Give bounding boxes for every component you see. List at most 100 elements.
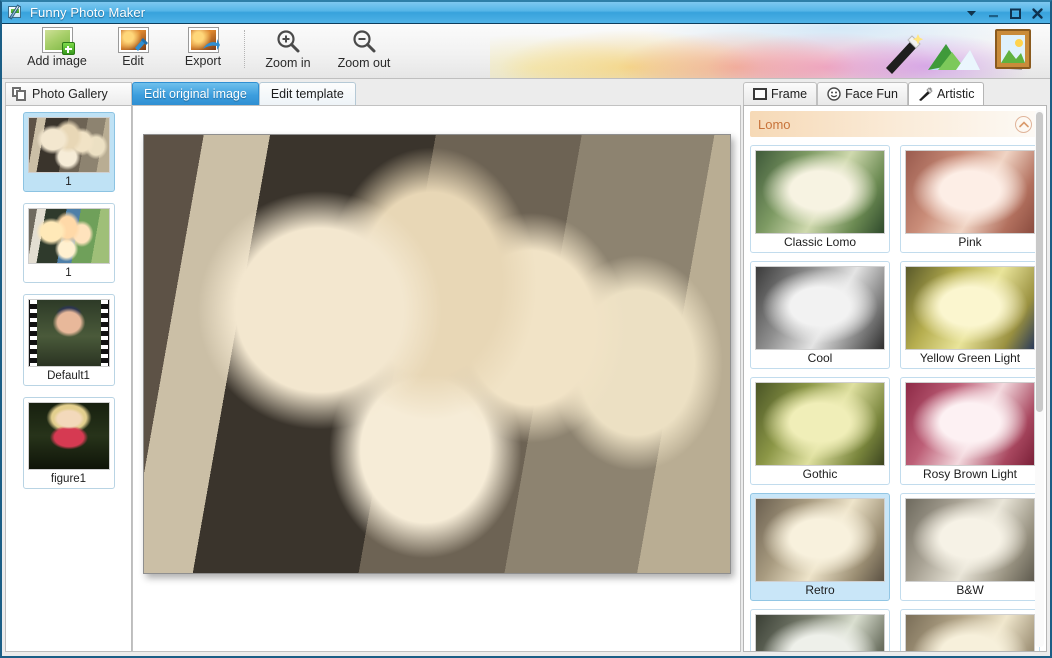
- section-lomo-header[interactable]: Lomo: [750, 111, 1040, 137]
- effect-label: Cool: [807, 351, 833, 365]
- thumbnail-image: [27, 117, 110, 173]
- effects-tabs: Frame Face Fun Artistic: [743, 82, 1047, 105]
- stacked-photos-icon: [12, 87, 27, 101]
- thumbnail-image: [27, 402, 110, 470]
- photo-gallery-label: Photo Gallery: [32, 87, 108, 101]
- tab-photo-gallery[interactable]: Photo Gallery: [5, 82, 132, 105]
- photo-gallery-panel: Photo Gallery 1 1 Default1 figure1: [2, 79, 132, 656]
- canvas-photo[interactable]: [142, 134, 731, 574]
- effects-body: Lomo Classic Lomo Pink Cool Yellow Green…: [743, 105, 1047, 652]
- close-icon[interactable]: [1031, 7, 1044, 20]
- zoom-out-icon: [353, 30, 376, 53]
- tab-label: Edit template: [270, 87, 344, 101]
- tab-face-fun[interactable]: Face Fun: [817, 82, 908, 105]
- window-controls: [965, 2, 1044, 24]
- zoom-out-button[interactable]: Zoom out: [323, 24, 405, 70]
- add-image-button[interactable]: Add image: [16, 24, 98, 68]
- smiley-icon: [827, 87, 841, 101]
- magic-wand-icon: [886, 34, 924, 74]
- thumbnail-caption: 1: [65, 267, 72, 279]
- effect-item[interactable]: Gothic: [750, 377, 890, 485]
- tab-edit-template[interactable]: Edit template: [258, 82, 356, 105]
- effect-thumbnail: [905, 498, 1035, 582]
- scrollbar-thumb[interactable]: [1036, 112, 1043, 412]
- effect-item[interactable]: [750, 609, 890, 651]
- effect-item[interactable]: Pink: [900, 145, 1040, 253]
- chevron-up-circle-icon[interactable]: [1015, 115, 1032, 133]
- effect-label: Retro: [805, 583, 835, 597]
- effect-item[interactable]: Retro: [750, 493, 890, 601]
- effect-item[interactable]: [900, 609, 1040, 651]
- effect-label: Classic Lomo: [783, 235, 857, 249]
- effect-item[interactable]: B&W: [900, 493, 1040, 601]
- thumbnail-image: [27, 299, 110, 367]
- tab-label: Face Fun: [845, 87, 898, 101]
- effect-label: Pink: [958, 235, 982, 249]
- edit-label: Edit: [122, 54, 144, 68]
- effect-thumbnail: [905, 382, 1035, 466]
- thumbnail-caption: 1: [65, 176, 72, 188]
- effect-thumbnail: [755, 150, 885, 234]
- list-item[interactable]: Default1: [22, 294, 115, 386]
- section-title: Lomo: [758, 116, 791, 132]
- effect-thumbnail: [905, 266, 1035, 350]
- edit-button[interactable]: Edit: [98, 24, 168, 68]
- tab-label: Artistic: [936, 87, 975, 101]
- magic-wand-icon: [918, 87, 933, 101]
- window-title: Funny Photo Maker: [30, 5, 146, 20]
- effect-label: Rosy Brown Light: [922, 467, 1018, 481]
- effect-thumbnail: [905, 614, 1035, 651]
- effects-grid[interactable]: Classic Lomo Pink Cool Yellow Green Ligh…: [744, 137, 1046, 651]
- editor-canvas[interactable]: [132, 105, 741, 652]
- app-window: Funny Photo Maker Add image Edit Export …: [0, 0, 1052, 658]
- tab-label: Edit original image: [144, 87, 247, 101]
- effect-label: B&W: [956, 583, 984, 597]
- maximize-icon[interactable]: [1009, 7, 1022, 20]
- zoom-out-label: Zoom out: [337, 56, 391, 70]
- frame-icon: [753, 88, 767, 100]
- list-item[interactable]: 1: [22, 203, 115, 283]
- minimize-icon[interactable]: [987, 7, 1000, 20]
- effect-thumbnail: [755, 266, 885, 350]
- zoom-in-button[interactable]: Zoom in: [253, 24, 323, 70]
- tab-frame[interactable]: Frame: [743, 82, 818, 105]
- main-body: Photo Gallery 1 1 Default1 figure1 Edit …: [2, 79, 1050, 656]
- chevron-down-icon[interactable]: [965, 7, 978, 20]
- effect-thumbnail: [755, 382, 885, 466]
- effect-item[interactable]: Classic Lomo: [750, 145, 890, 253]
- tab-artistic[interactable]: Artistic: [907, 82, 985, 105]
- effect-thumbnail: [755, 614, 885, 651]
- toolbar-divider: [244, 30, 245, 68]
- list-item[interactable]: figure1: [22, 397, 115, 489]
- effects-scrollbar[interactable]: [1035, 110, 1044, 647]
- editor-panel: Edit original image Edit template: [132, 79, 743, 656]
- thumbnail-caption: figure1: [50, 473, 87, 485]
- photo-pen-icon: [8, 4, 25, 20]
- export-image-icon: [187, 27, 220, 53]
- effect-label: Gothic: [802, 467, 838, 481]
- effect-item[interactable]: Yellow Green Light: [900, 261, 1040, 369]
- effects-panel: Frame Face Fun Artistic Lomo Classic Lom…: [743, 79, 1050, 656]
- effect-label: Yellow Green Light: [919, 351, 1021, 365]
- edit-image-icon: [117, 27, 149, 53]
- thumbnail-image: [27, 208, 110, 264]
- thumbnail-caption: Default1: [47, 370, 90, 382]
- add-image-icon: [41, 27, 75, 55]
- effect-thumbnail: [905, 150, 1035, 234]
- editor-tabs: Edit original image Edit template: [132, 82, 743, 105]
- export-button[interactable]: Export: [168, 24, 238, 68]
- effect-item[interactable]: Rosy Brown Light: [900, 377, 1040, 485]
- landscape-photo-icon: [928, 44, 980, 70]
- tab-edit-original-image[interactable]: Edit original image: [132, 82, 259, 105]
- tab-label: Frame: [771, 87, 808, 101]
- zoom-in-label: Zoom in: [265, 56, 311, 70]
- effect-thumbnail: [755, 498, 885, 582]
- effect-item[interactable]: Cool: [750, 261, 890, 369]
- list-item[interactable]: 1: [22, 112, 115, 192]
- thumbnail-list[interactable]: 1 1 Default1 figure1: [5, 105, 132, 652]
- zoom-in-icon: [277, 30, 300, 53]
- main-toolbar: Add image Edit Export Zoom in Zoom out: [2, 24, 1050, 79]
- title-bar: Funny Photo Maker: [2, 2, 1050, 24]
- export-label: Export: [184, 54, 222, 68]
- picture-frame-icon: [995, 29, 1031, 70]
